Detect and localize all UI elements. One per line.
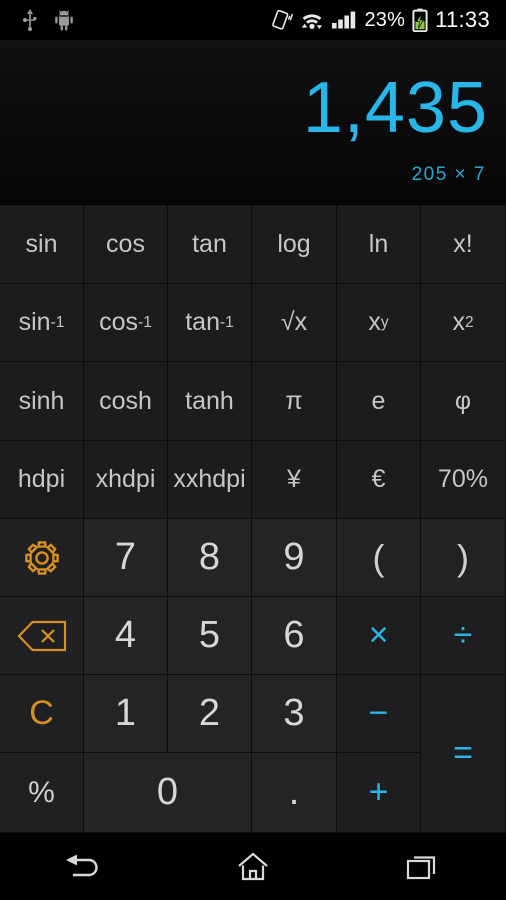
key-power[interactable]: xy <box>337 284 421 362</box>
android-nav-bar <box>0 833 506 900</box>
key-square[interactable]: x2 <box>421 284 506 362</box>
usb-icon <box>22 9 37 31</box>
key-70-percent[interactable]: 70% <box>421 441 506 519</box>
key-yen[interactable]: ¥ <box>252 441 337 519</box>
key-9[interactable]: 9 <box>252 519 337 597</box>
key-xxhdpi[interactable]: xxhdpi <box>168 441 252 519</box>
key-4[interactable]: 4 <box>84 597 168 675</box>
display-expression: 205 × 7 <box>411 164 486 185</box>
backspace-icon <box>16 619 68 653</box>
key-5[interactable]: 5 <box>168 597 252 675</box>
key-xhdpi[interactable]: xhdpi <box>84 441 168 519</box>
key-e[interactable]: e <box>337 362 421 441</box>
recents-icon <box>406 855 435 879</box>
signal-icon <box>332 11 356 29</box>
nav-home-button[interactable] <box>169 833 338 900</box>
gear-icon <box>20 536 64 580</box>
key-sin[interactable]: sin <box>0 205 84 284</box>
key-minus[interactable]: − <box>337 675 421 753</box>
key-8[interactable]: 8 <box>168 519 252 597</box>
clear-button[interactable]: C <box>0 675 84 753</box>
key-phi[interactable]: φ <box>421 362 506 441</box>
key-1[interactable]: 1 <box>84 675 168 753</box>
back-icon <box>66 854 98 876</box>
key-3[interactable]: 3 <box>252 675 337 753</box>
status-bar-right-icons: 23% 11:33 <box>269 7 496 33</box>
key-acos[interactable]: cos -1 <box>84 284 168 362</box>
key-atan-base: tan <box>185 308 220 336</box>
calculator-display[interactable]: 1,435 205 × 7 <box>0 40 506 205</box>
back-arrow-head <box>66 854 78 865</box>
key-plus[interactable]: + <box>337 753 421 833</box>
battery-percent-label: 23% <box>364 8 406 31</box>
calculator-app: 23% 11:33 1,435 205 × 7 sin cos tan log … <box>0 0 506 900</box>
key-equals[interactable]: = <box>421 675 506 833</box>
wifi-icon <box>302 14 323 29</box>
keypad: sin cos tan log ln x! sin -1 cos -1 tan -1 … <box>0 205 506 833</box>
key-open-paren[interactable]: ( <box>337 519 421 597</box>
key-cos[interactable]: cos <box>84 205 168 284</box>
key-0[interactable]: 0 <box>84 753 252 833</box>
status-bar: 23% 11:33 <box>0 0 506 40</box>
key-sqrt[interactable]: √x <box>252 284 337 362</box>
key-multiply[interactable]: × <box>337 597 421 675</box>
vibrate-icon <box>272 9 294 30</box>
key-square-base: x <box>452 308 465 336</box>
key-cosh[interactable]: cosh <box>84 362 168 441</box>
key-factorial[interactable]: x! <box>421 205 506 284</box>
backspace-button[interactable] <box>0 597 84 675</box>
status-bar-clock: 11:33 <box>435 7 490 32</box>
key-tanh[interactable]: tanh <box>168 362 252 441</box>
key-ln[interactable]: ln <box>337 205 421 284</box>
home-icon <box>238 852 268 880</box>
key-pi[interactable]: π <box>252 362 337 441</box>
key-percent[interactable]: % <box>0 753 84 833</box>
display-result: 1,435 <box>302 68 488 148</box>
settings-button[interactable] <box>0 519 84 597</box>
nav-back-button[interactable] <box>0 833 169 900</box>
key-decimal-point[interactable]: . <box>252 753 337 833</box>
key-7[interactable]: 7 <box>84 519 168 597</box>
key-asin-base: sin <box>18 308 51 336</box>
key-sinh[interactable]: sinh <box>0 362 84 441</box>
nav-recents-button[interactable] <box>337 833 506 900</box>
key-log[interactable]: log <box>252 205 337 284</box>
key-close-paren[interactable]: ) <box>421 519 506 597</box>
android-debug-icon <box>55 10 73 31</box>
key-euro[interactable]: € <box>337 441 421 519</box>
key-2[interactable]: 2 <box>168 675 252 753</box>
key-power-base: x <box>368 308 381 336</box>
status-bar-left-icons <box>10 9 74 31</box>
battery-charging-icon <box>412 8 428 32</box>
key-tan[interactable]: tan <box>168 205 252 284</box>
key-asin[interactable]: sin -1 <box>0 284 84 362</box>
key-divide[interactable]: ÷ <box>421 597 506 675</box>
key-acos-base: cos <box>99 308 139 336</box>
key-hdpi[interactable]: hdpi <box>0 441 84 519</box>
key-6[interactable]: 6 <box>252 597 337 675</box>
key-atan[interactable]: tan -1 <box>168 284 252 362</box>
